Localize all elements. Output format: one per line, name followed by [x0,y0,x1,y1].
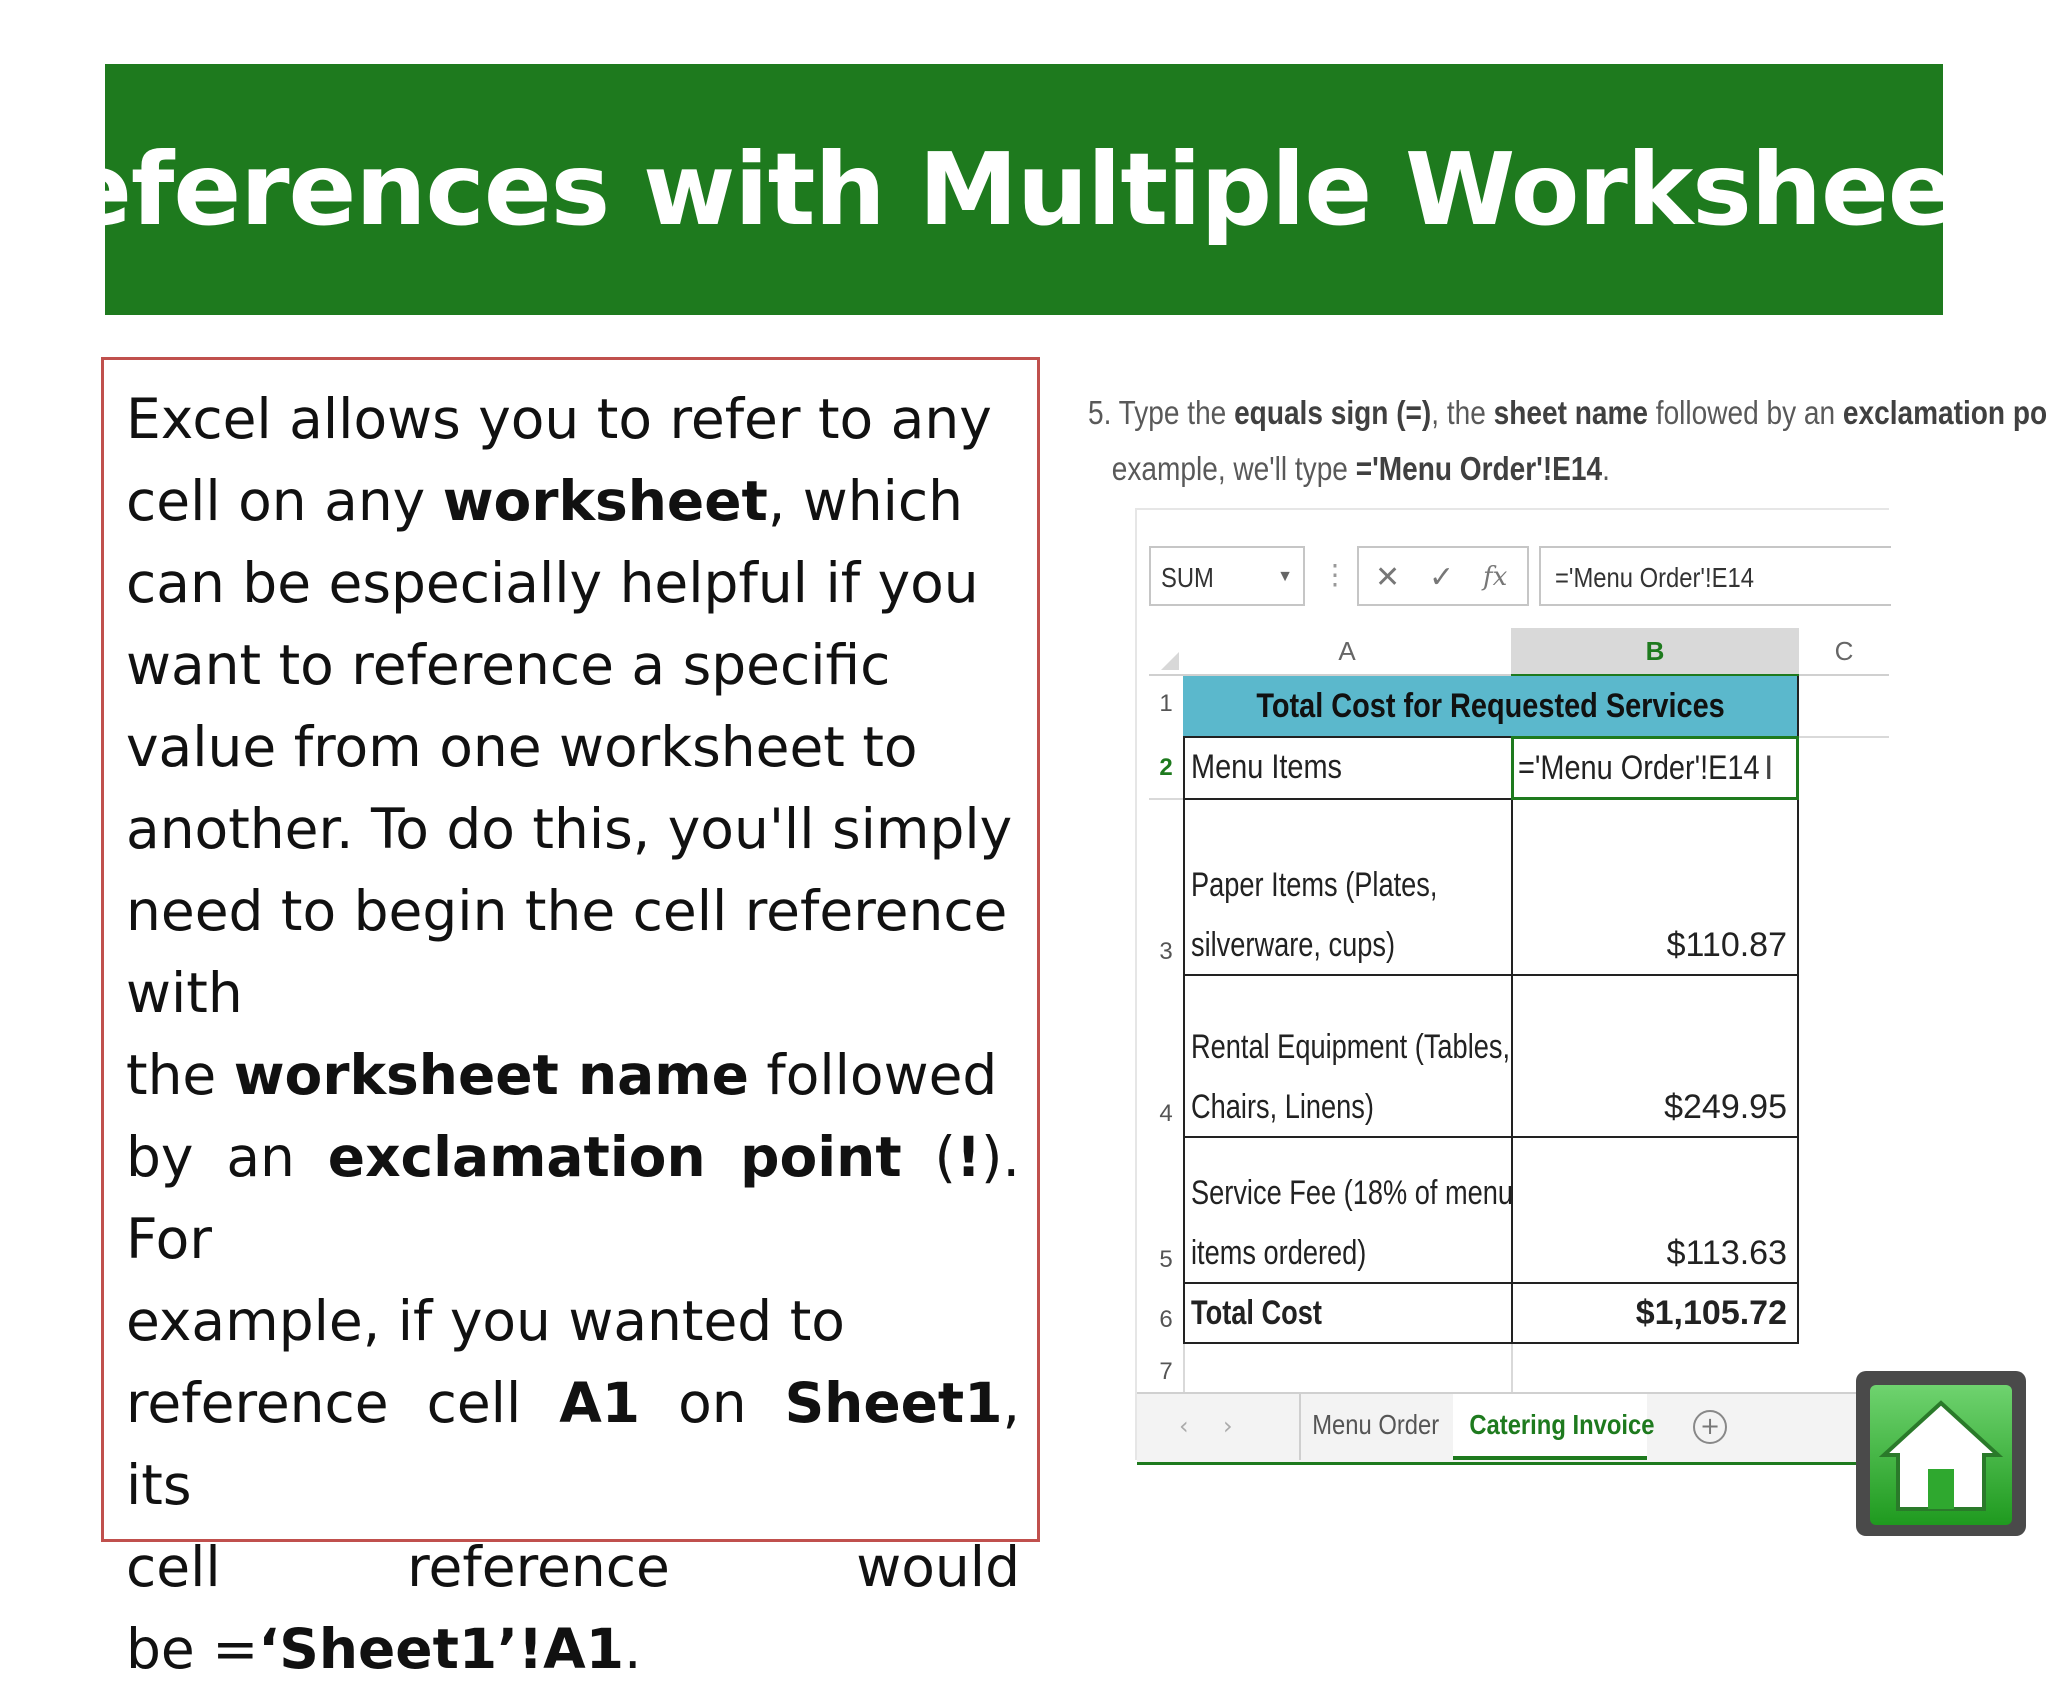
para-line: value from one worksheet to [126,715,918,779]
para-line: need to begin the cell reference [126,879,1008,943]
para-line: cell on any worksheet, which [126,469,963,533]
para-line: example, if you wanted to [126,1289,845,1353]
cell-b5[interactable]: $113.63 [1511,1234,1787,1273]
formula-input[interactable]: ='Menu Order'!E14 [1539,546,1891,606]
cell-a3-line1[interactable]: Paper Items (Plates, [1191,866,1437,905]
cell-a3-line2[interactable]: silverware, cups) [1191,926,1395,965]
para-line: Excel allows you to refer to any [126,387,992,451]
para-line: cell reference would [126,1535,1020,1599]
cell-b6[interactable]: $1,105.72 [1511,1294,1787,1333]
para-line: the worksheet name followed [126,1043,998,1107]
cell-b4[interactable]: $249.95 [1511,1088,1787,1127]
home-button[interactable] [1856,1371,2026,1536]
excel-screenshot: SUM ▼ ⋮ ✕ ✓ fx ='Menu Order'!E14 A B C T… [1135,508,1891,1465]
cell-a4-line1[interactable]: Rental Equipment (Tables, [1191,1028,1510,1067]
enter-icon[interactable]: ✓ [1429,560,1454,595]
select-all-corner[interactable] [1149,628,1183,676]
column-header-a[interactable]: A [1183,628,1511,676]
tab-menu-order[interactable]: Menu Order [1299,1394,1451,1460]
text-cursor-icon: I [1764,749,1774,787]
row-header-7[interactable]: 7 [1149,1358,1183,1386]
add-sheet-icon[interactable]: + [1693,1410,1727,1444]
row-header-4[interactable]: 4 [1149,1100,1183,1128]
cell-a5-line2[interactable]: items ordered) [1191,1234,1366,1273]
para-line: can be especially helpful if you [126,551,979,615]
formula-bar: SUM ▼ ⋮ ✕ ✓ fx ='Menu Order'!E14 [1149,546,1891,608]
formula-bar-grip-icon: ⋮ [1321,558,1349,591]
para-line: another. To do this, you'll simply [126,797,1013,861]
cell-a5-line1[interactable]: Service Fee (18% of menu [1191,1174,1513,1213]
row-header-1[interactable]: 1 [1149,690,1183,718]
para-line: with [126,961,243,1025]
column-header-c[interactable]: C [1799,628,1889,676]
row-header-2[interactable]: 2 [1149,754,1183,782]
row-header-3[interactable]: 3 [1149,938,1183,966]
cell-a6[interactable]: Total Cost [1191,1294,1322,1333]
para-line: want to reference a specific [126,633,891,697]
cell-a4-line2[interactable]: Chairs, Linens) [1191,1088,1374,1127]
explanation-box: Excel allows you to refer to any cell on… [101,357,1040,1681]
para-line: be =‘Sheet1’!A1. [126,1617,642,1681]
cell-b3[interactable]: $110.87 [1511,926,1787,965]
header-cell-a1[interactable]: Total Cost for Requested Services [1183,676,1799,736]
prev-sheet-icon[interactable]: ‹ [1179,1412,1189,1440]
home-icon [1878,1400,2004,1511]
para-line: reference cell A1 on Sheet1, its [126,1371,1020,1517]
explanation-paragraph: Excel allows you to refer to any cell on… [126,378,1020,1690]
slide-title: References with Multiple Worksheets [0,131,2048,248]
cell-a2[interactable]: Menu Items [1191,748,1342,787]
step-instruction: 5. Type the equals sign (=), the sheet n… [1088,394,2048,487]
title-banner: References with Multiple Worksheets [0,64,2048,315]
tab-catering-invoice[interactable]: Catering Invoice [1453,1394,1655,1460]
row-header-5[interactable]: 5 [1149,1246,1183,1274]
name-box[interactable]: SUM ▼ [1149,546,1305,606]
next-sheet-icon[interactable]: › [1223,1412,1233,1440]
insert-function-icon[interactable]: fx [1483,562,1507,592]
cancel-icon[interactable]: ✕ [1375,560,1400,595]
column-header-b[interactable]: B [1511,628,1799,677]
formula-buttons: ✕ ✓ fx [1357,546,1529,606]
sheet-tab-bar: ‹ › Menu Order Catering Invoice + [1137,1392,1889,1465]
row-header-6[interactable]: 6 [1149,1306,1183,1334]
cell-b2-active[interactable]: ='Menu Order'!E14 I [1511,736,1799,800]
dropdown-arrow-icon[interactable]: ▼ [1277,568,1293,586]
para-line: by an exclamation point (!). For [126,1125,1020,1271]
